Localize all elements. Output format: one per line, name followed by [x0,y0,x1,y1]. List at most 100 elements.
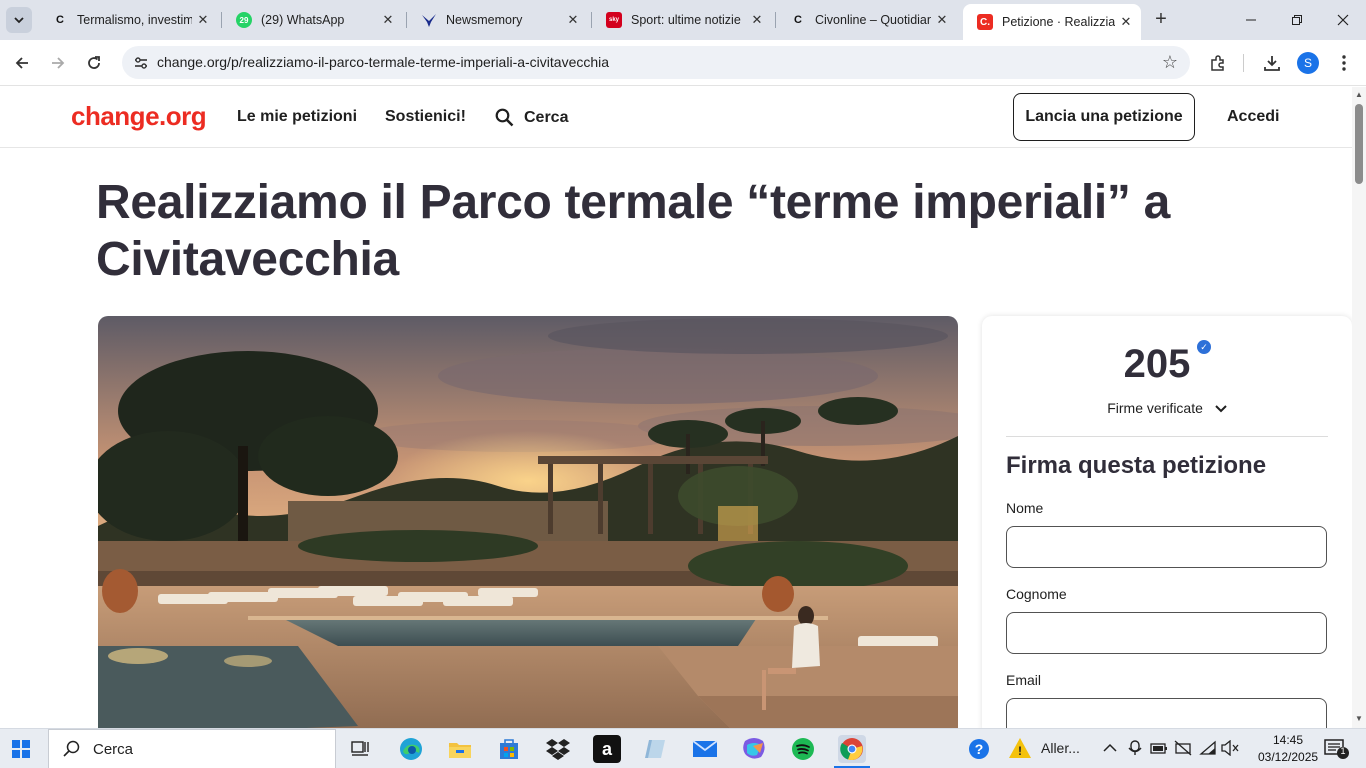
windows-start-icon[interactable] [12,740,30,758]
taskbar-search-label: Cerca [93,740,134,758]
bookmark-star-icon[interactable]: ☆ [1162,52,1178,73]
tab-newsmemory[interactable]: Newsmemory ✕ [407,0,592,40]
volume-muted-icon[interactable] [1221,739,1239,759]
restore-button[interactable] [1274,0,1320,40]
nav-search-label: Cerca [524,108,569,126]
petition-hero-image [98,316,958,728]
tab-strip: C Termalismo, investime ✕ 29 (29) WhatsA… [0,0,1366,40]
network-off-icon[interactable] [1174,740,1192,759]
nav-support[interactable]: Sostienici! [385,108,466,126]
close-tab-icon[interactable]: ✕ [746,12,768,28]
close-tab-icon[interactable]: ✕ [1115,14,1137,30]
extensions-button[interactable] [1206,51,1230,75]
amazon-icon[interactable]: a [593,735,621,763]
minimize-button[interactable] [1228,0,1274,40]
warning-icon: ! [1009,738,1031,758]
tab-termalismo[interactable]: C Termalismo, investime ✕ [38,0,222,40]
tab-sky-sport[interactable]: sky Sport: ultime notizie ✕ [592,0,776,40]
close-tab-icon[interactable]: ✕ [377,12,399,28]
site-settings-icon[interactable] [132,54,150,72]
whatsapp-favicon-icon: 29 [236,12,252,28]
email-field[interactable] [1006,698,1327,728]
close-icon [1337,14,1349,26]
civonline-favicon-icon: C [56,14,64,26]
url-text[interactable]: change.org/p/realizziamo-il-parco-termal… [157,54,609,70]
dropbox-icon[interactable] [544,735,572,763]
minimize-icon [1246,19,1256,21]
chevron-down-icon [1215,405,1227,413]
scroll-down-arrow-icon[interactable]: ▼ [1355,714,1363,723]
edge-icon[interactable] [397,735,425,763]
svg-text:?: ? [975,741,984,757]
mail-icon[interactable] [691,735,719,763]
download-icon [1264,56,1280,71]
puzzle-icon [1211,55,1224,71]
sky-sport-favicon-icon: sky [606,12,622,28]
sign-petition-card: 205 ✓ Firme verificate Firma questa peti… [982,316,1352,728]
nav-search[interactable]: Cerca [495,108,568,127]
downloads-button[interactable] [1260,51,1284,75]
new-tab-button[interactable]: + [1150,9,1172,31]
scroll-thumb[interactable] [1355,104,1363,184]
forward-button[interactable] [46,51,70,75]
notification-count: 1 [1340,746,1346,756]
show-hidden-icons-chevron-icon[interactable] [1103,741,1117,756]
search-icon [63,740,80,757]
spotify-icon[interactable] [789,735,817,763]
scroll-up-arrow-icon[interactable]: ▲ [1355,90,1363,99]
clock-time: 14:45 [1272,733,1304,747]
profile-avatar[interactable]: S [1297,52,1319,74]
change-org-logo[interactable]: change.org [71,101,207,132]
tab-whatsapp[interactable]: 29 (29) WhatsApp ✕ [222,0,407,40]
tab-title: Sport: ultime notizie [631,13,741,27]
site-header: change.org Le mie petizioni Sostienici! … [0,87,1352,148]
tab-petizione[interactable]: C. Petizione · Realizziam ✕ [963,4,1141,40]
page-scrollbar[interactable]: ▲ ▼ [1352,87,1366,728]
more-vertical-icon [1342,55,1346,71]
chrome-icon[interactable] [838,735,866,763]
nav-my-petitions[interactable]: Le mie petizioni [237,108,357,126]
taskbar-search[interactable]: Cerca [48,729,336,768]
tab-title: Newsmemory [446,13,523,27]
chrome-menu-button[interactable] [1332,51,1356,75]
address-bar[interactable]: change.org/p/realizziamo-il-parco-termal… [122,46,1190,79]
file-explorer-icon[interactable] [446,735,474,763]
last-name-field[interactable] [1006,612,1327,654]
notes-app-icon[interactable] [642,735,670,763]
close-tab-icon[interactable]: ✕ [931,12,953,28]
system-clock[interactable]: 14:45 03/12/2025 [1258,732,1318,766]
close-window-button[interactable] [1320,0,1366,40]
close-tab-icon[interactable]: ✕ [562,12,584,28]
tab-title: Civonline – Quotidian [815,13,931,27]
weather-widget[interactable]: ! Aller... [1008,737,1080,759]
back-button[interactable] [10,51,34,75]
tab-title: Termalismo, investime [77,13,192,27]
first-name-label: Nome [1006,500,1044,516]
reload-button[interactable] [82,51,106,75]
civonline-favicon-icon: C [794,14,802,26]
microsoft-365-icon[interactable] [740,735,768,763]
first-name-field[interactable] [1006,526,1327,568]
tab-search-button[interactable] [6,7,32,33]
petition-title: Realizziamo il Parco termale “terme impe… [96,176,1171,286]
microsoft-store-icon[interactable] [495,735,523,763]
close-tab-icon[interactable]: ✕ [192,12,214,28]
launch-petition-button[interactable]: Lancia una petizione [1013,93,1195,141]
meet-now-icon[interactable] [1128,740,1142,759]
battery-icon[interactable] [1150,741,1168,758]
tab-title: (29) WhatsApp [261,13,345,27]
arrow-right-icon [52,57,65,69]
reload-icon [88,56,100,69]
tab-civonline[interactable]: C Civonline – Quotidian ✕ [776,0,961,40]
wifi-icon[interactable] [1199,740,1217,759]
signatures-toggle[interactable]: Firme verificate [982,400,1352,416]
task-view-icon[interactable] [346,735,374,763]
verified-badge-icon: ✓ [1197,340,1211,354]
notification-center-icon[interactable]: 1 [1324,738,1350,763]
email-label: Email [1006,672,1042,688]
search-icon [495,108,514,127]
login-link[interactable]: Accedi [1227,108,1279,126]
web-page: change.org Le mie petizioni Sostienici! … [0,87,1352,728]
help-icon[interactable]: ? [967,737,991,764]
bird-icon [421,12,437,28]
